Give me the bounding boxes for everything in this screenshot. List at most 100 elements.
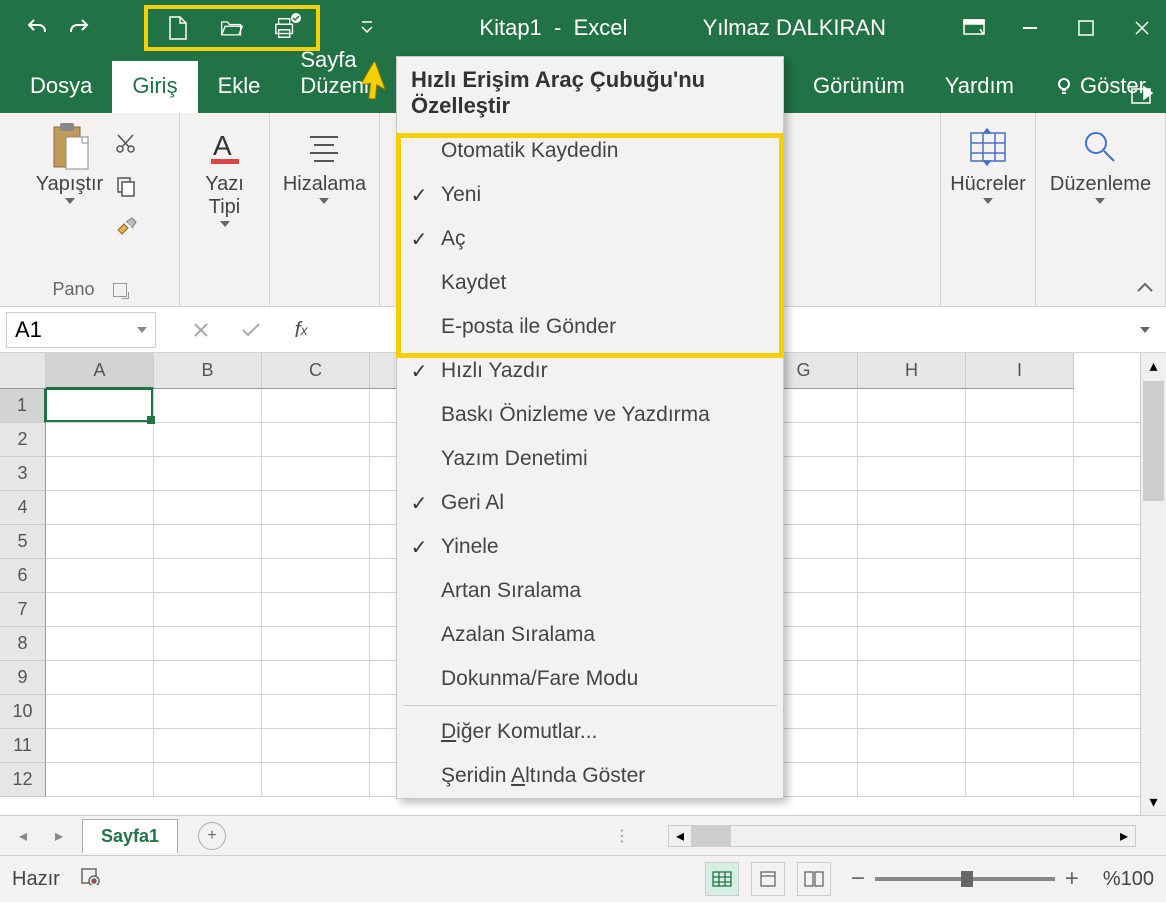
menu-item[interactable]: ✓Yeni — [397, 173, 783, 217]
sheet-nav-next[interactable]: ▸ — [46, 823, 72, 849]
row-header[interactable]: 7 — [0, 593, 46, 627]
row-header[interactable]: 1 — [0, 389, 46, 423]
minimize-button[interactable] — [1016, 14, 1044, 42]
cell[interactable] — [262, 423, 370, 457]
new-sheet-button[interactable]: + — [198, 822, 226, 850]
cell[interactable] — [262, 389, 370, 423]
vertical-scrollbar[interactable]: ▴ ▾ — [1140, 353, 1166, 815]
zoom-readout[interactable]: %100 — [1103, 868, 1154, 891]
menu-item[interactable]: Artan Sıralama — [397, 569, 783, 613]
zoom-out-button[interactable]: − — [851, 865, 865, 893]
cell[interactable] — [262, 559, 370, 593]
scroll-left-button[interactable]: ◂ — [669, 826, 691, 846]
page-layout-view-button[interactable] — [751, 862, 785, 896]
collapse-ribbon-button[interactable] — [1136, 281, 1154, 300]
share-button[interactable] — [1130, 85, 1156, 113]
font-button[interactable]: A Yazı Tipi — [201, 123, 249, 227]
row-header[interactable]: 6 — [0, 559, 46, 593]
undo-button[interactable] — [20, 11, 54, 45]
col-header[interactable]: I — [966, 353, 1074, 389]
normal-view-button[interactable] — [705, 862, 739, 896]
cell[interactable] — [46, 457, 154, 491]
cell[interactable] — [154, 661, 262, 695]
cell[interactable] — [858, 423, 966, 457]
cell[interactable] — [154, 695, 262, 729]
cell[interactable] — [858, 695, 966, 729]
row-header[interactable]: 10 — [0, 695, 46, 729]
zoom-slider[interactable] — [875, 877, 1055, 881]
cell[interactable] — [966, 593, 1074, 627]
open-file-icon[interactable] — [220, 16, 244, 40]
cell[interactable] — [262, 729, 370, 763]
cell[interactable] — [858, 729, 966, 763]
menu-item[interactable]: ✓Aç — [397, 217, 783, 261]
menu-item[interactable]: Azalan Sıralama — [397, 613, 783, 657]
col-header[interactable]: A — [46, 353, 154, 389]
row-header[interactable]: 4 — [0, 491, 46, 525]
menu-item[interactable]: Yazım Denetimi — [397, 437, 783, 481]
cell[interactable] — [858, 525, 966, 559]
row-header[interactable]: 3 — [0, 457, 46, 491]
scroll-thumb[interactable] — [691, 826, 731, 846]
editing-button[interactable]: Düzenleme — [1050, 123, 1151, 204]
cell[interactable] — [262, 593, 370, 627]
cell[interactable] — [46, 763, 154, 797]
cell[interactable] — [966, 525, 1074, 559]
col-header[interactable]: C — [262, 353, 370, 389]
cell[interactable] — [966, 763, 1074, 797]
redo-button[interactable] — [62, 11, 96, 45]
tab-ekle[interactable]: Ekle — [198, 61, 281, 113]
cell[interactable] — [154, 457, 262, 491]
cell[interactable] — [46, 423, 154, 457]
ribbon-display-options-icon[interactable] — [960, 14, 988, 42]
dialog-launcher-pano[interactable] — [113, 283, 127, 297]
menu-item[interactable]: Otomatik Kaydedin — [397, 129, 783, 173]
cell[interactable] — [966, 695, 1074, 729]
tab-dosya[interactable]: Dosya — [10, 61, 112, 113]
cell[interactable] — [966, 457, 1074, 491]
menu-item[interactable]: E-posta ile Gönder — [397, 305, 783, 349]
cell[interactable] — [46, 695, 154, 729]
cell[interactable] — [46, 559, 154, 593]
cell[interactable] — [46, 627, 154, 661]
cell[interactable] — [46, 593, 154, 627]
menu-item-more-commands[interactable]: Diğer Komutlar... — [397, 710, 783, 754]
paste-button[interactable]: Yapıştır — [36, 123, 103, 204]
cell[interactable] — [154, 423, 262, 457]
tab-giris[interactable]: Giriş — [112, 61, 197, 113]
cell[interactable] — [154, 729, 262, 763]
row-header[interactable]: 11 — [0, 729, 46, 763]
cell[interactable] — [154, 389, 262, 423]
scroll-up-button[interactable]: ▴ — [1141, 353, 1166, 379]
cell[interactable] — [46, 525, 154, 559]
cell[interactable] — [154, 593, 262, 627]
cell[interactable] — [154, 627, 262, 661]
menu-item[interactable]: Baskı Önizleme ve Yazdırma — [397, 393, 783, 437]
cell[interactable] — [262, 525, 370, 559]
cut-button[interactable] — [109, 129, 143, 159]
new-file-icon[interactable] — [166, 16, 190, 40]
cell[interactable] — [46, 729, 154, 763]
cell[interactable] — [966, 627, 1074, 661]
horizontal-scrollbar[interactable]: ◂ ▸ — [668, 825, 1136, 847]
cell[interactable] — [858, 491, 966, 525]
cell[interactable] — [154, 525, 262, 559]
col-header[interactable]: B — [154, 353, 262, 389]
tab-gorunum[interactable]: Görünüm — [793, 61, 925, 113]
cancel-formula-button[interactable] — [186, 315, 216, 345]
row-header[interactable]: 5 — [0, 525, 46, 559]
macro-record-icon[interactable] — [80, 867, 102, 891]
cell[interactable] — [858, 457, 966, 491]
cell[interactable] — [966, 559, 1074, 593]
menu-item[interactable]: ✓Yinele — [397, 525, 783, 569]
cell[interactable] — [262, 457, 370, 491]
cell[interactable] — [858, 627, 966, 661]
row-header[interactable]: 12 — [0, 763, 46, 797]
cell[interactable] — [46, 661, 154, 695]
maximize-button[interactable] — [1072, 14, 1100, 42]
cell[interactable] — [966, 389, 1074, 423]
cell[interactable] — [966, 729, 1074, 763]
cell[interactable] — [858, 559, 966, 593]
scroll-right-button[interactable]: ▸ — [1113, 826, 1135, 846]
name-box[interactable]: A1 — [6, 312, 156, 348]
